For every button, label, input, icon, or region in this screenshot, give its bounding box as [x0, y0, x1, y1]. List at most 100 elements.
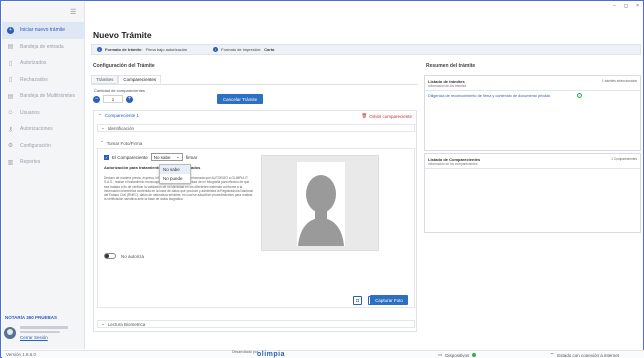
sidebar-nav: + Iniciar nuevo trámite ▤ Bandeja de ent…	[2, 22, 85, 171]
minimize-icon[interactable]: −	[613, 3, 616, 9]
identification-label: Identificación	[107, 125, 135, 131]
capture-photo-button[interactable]: Capturar Foto	[370, 295, 408, 305]
config-section-title: Configuración del Trámite	[93, 63, 155, 69]
no-authorize-label: No autoriza	[121, 253, 145, 259]
dropdown-option[interactable]: No puede	[160, 174, 190, 183]
sidebar: ☰ + Iniciar nuevo trámite ▤ Bandeja de e…	[2, 2, 85, 349]
chevron-down-icon: ⌄	[101, 125, 105, 130]
camera-button[interactable]: ◘	[353, 296, 362, 305]
sidebar-item-inbox[interactable]: ▤ Bandeja de entrada	[2, 39, 85, 56]
procedure-name: Diligencia de reconocimiento de firma y …	[428, 93, 551, 98]
increment-button[interactable]: +	[126, 95, 133, 103]
user-info: Cerrar Sesión	[20, 326, 68, 340]
devices-status[interactable]: ▭ Dispositivos	[438, 352, 477, 358]
brand-logo: olimpia	[257, 351, 286, 358]
procedures-list-header: Listado de trámites 1 trámites seleccion…	[425, 76, 640, 84]
cancel-procedure-button[interactable]: Cancelar Trámite	[217, 94, 263, 104]
procedure-info-bar: i Formato de trámite: Firma bajo autoriz…	[91, 44, 641, 55]
appearing-count-stepper: − 1 +	[93, 95, 133, 103]
status-dot-icon	[472, 353, 477, 357]
sidebar-item-label: Bandeja de Multitrámites	[20, 93, 76, 100]
document-check-icon: ▯	[8, 60, 13, 67]
consent-prefix: El Compareciente	[112, 154, 148, 160]
photo-placeholder	[261, 155, 379, 251]
document-x-icon: ▯	[8, 77, 13, 84]
app-version: Versión 1.8.6.0	[6, 352, 37, 357]
tab-procedures[interactable]: Trámites	[91, 75, 119, 84]
consent-dropdown: No sabe No puede	[159, 164, 191, 184]
appearing-count-value[interactable]: 1	[103, 95, 123, 103]
inbox-icon: ▤	[7, 44, 14, 51]
chevron-down-icon: ⌄	[176, 154, 180, 159]
user-icon: ☺	[7, 109, 14, 116]
plus-icon: +	[7, 26, 14, 34]
developed-by-label: Desarrollado por	[232, 350, 258, 354]
consent-select[interactable]: No sabe ⌄	[150, 153, 183, 161]
sidebar-item-label: Usuarios	[20, 109, 40, 116]
appearing-count-label: Cantidad de comparecientes	[94, 88, 145, 93]
devices-label: Dispositivos	[445, 352, 470, 358]
app-window: − ◻ × ☰ + Iniciar nuevo trámite ▤ Bandej…	[0, 0, 644, 358]
summary-panel: Listado de trámites 1 trámites seleccion…	[422, 71, 642, 347]
appearing-card-title: Compareciente 1	[104, 113, 140, 118]
consent-select-value: No sabe	[153, 154, 171, 160]
biometric-label: Lectura Biometrica	[107, 321, 146, 327]
procedures-list-card: Listado de trámites 1 trámites seleccion…	[424, 75, 641, 151]
sidebar-item-rejected[interactable]: ▯ Rechazados	[2, 72, 85, 89]
sidebar-item-authorizations[interactable]: ⚷ Autorizaciones	[2, 121, 85, 138]
info-icon: i	[97, 47, 102, 52]
check-circle-icon: ✓	[577, 93, 582, 98]
close-icon[interactable]: ×	[636, 3, 639, 9]
authorization-label-tail: ados	[191, 165, 201, 170]
biometric-section[interactable]: ⌄ Lectura Biometrica	[97, 320, 415, 328]
procedures-count: 1 trámites seleccionados	[601, 79, 637, 83]
sidebar-item-settings[interactable]: ⚙ Configuración	[2, 138, 85, 155]
wifi-icon: ⌔	[550, 352, 555, 357]
sidebar-item-new-procedure[interactable]: + Iniciar nuevo trámite	[2, 22, 85, 39]
maximize-icon[interactable]: ◻	[624, 3, 628, 9]
list-item[interactable]: Diligencia de reconocimiento de firma y …	[425, 91, 585, 100]
sidebar-item-label: Iniciar nuevo trámite	[20, 27, 66, 34]
print-icon: i	[213, 47, 219, 52]
appearing-card: ⌃ Compareciente 1 🗑 Omitir compareciente…	[93, 110, 417, 332]
consent-suffix: firmar	[185, 154, 198, 160]
tab-appearing[interactable]: Comparecientes	[118, 75, 162, 84]
status-bar: Versión 1.8.6.0 Desarrollado por olimpia…	[2, 350, 644, 358]
sidebar-item-users[interactable]: ☺ Usuarios	[2, 105, 85, 122]
chart-icon: ▥	[7, 159, 14, 166]
photo-signature-header[interactable]: ⌃ Tomar Foto/Firma	[97, 139, 415, 147]
title-bar: − ◻ ×	[1, 1, 643, 10]
appearing-list-header: Listado de Comparecientes 1 Comparecient…	[425, 154, 640, 162]
summary-title: Resumen del trámite	[426, 63, 476, 69]
appearing-count: 1 Comparecientes	[611, 157, 637, 161]
photo-signature-label: Tomar Foto/Firma	[106, 140, 143, 146]
format-label: Formato de trámite:	[105, 47, 143, 52]
hamburger-menu-icon[interactable]: ☰	[70, 8, 76, 16]
sidebar-item-label: Bandeja de entrada	[20, 43, 64, 50]
dropdown-option[interactable]: No sabe	[160, 165, 190, 174]
no-authorize-toggle[interactable]	[104, 253, 116, 259]
appearing-list-card: Listado de Comparecientes 1 Comparecient…	[424, 153, 641, 233]
key-icon: ⚷	[8, 126, 13, 133]
organization-name: NOTARÍA 360 PRUEBAS	[5, 315, 58, 320]
no-authorize-row: No autoriza	[104, 253, 144, 259]
stack-icon: ▤	[7, 93, 14, 100]
consent-checkbox[interactable]: ✓	[104, 154, 109, 160]
config-panel: Trámites Comparecientes Cantidad de comp…	[91, 71, 418, 347]
avatar	[4, 327, 16, 339]
omit-appearing-button[interactable]: 🗑 Omitir compareciente	[362, 113, 412, 119]
sidebar-item-label: Reportes	[20, 159, 41, 166]
decrement-button[interactable]: −	[93, 95, 100, 103]
chevron-up-icon: ⌃	[100, 140, 104, 145]
person-silhouette-icon	[297, 162, 345, 246]
page-title: Nuevo Trámite	[93, 30, 152, 40]
sidebar-item-label: Autorizaciones	[20, 126, 53, 133]
identification-section[interactable]: ⌄ Identificación	[97, 124, 415, 132]
sidebar-item-multi-procedures[interactable]: ▤ Bandeja de Multitrámites	[2, 88, 85, 105]
sidebar-item-authorized[interactable]: ▯ Autorizados	[2, 55, 85, 72]
sidebar-item-label: Rechazados	[20, 76, 48, 83]
appearing-list-subtitle: Información de los comparecientes	[428, 162, 478, 166]
logout-link[interactable]: Cerrar Sesión	[20, 335, 68, 340]
user-name-redacted	[20, 326, 68, 329]
sidebar-item-reports[interactable]: ▥ Reportes	[2, 154, 85, 171]
